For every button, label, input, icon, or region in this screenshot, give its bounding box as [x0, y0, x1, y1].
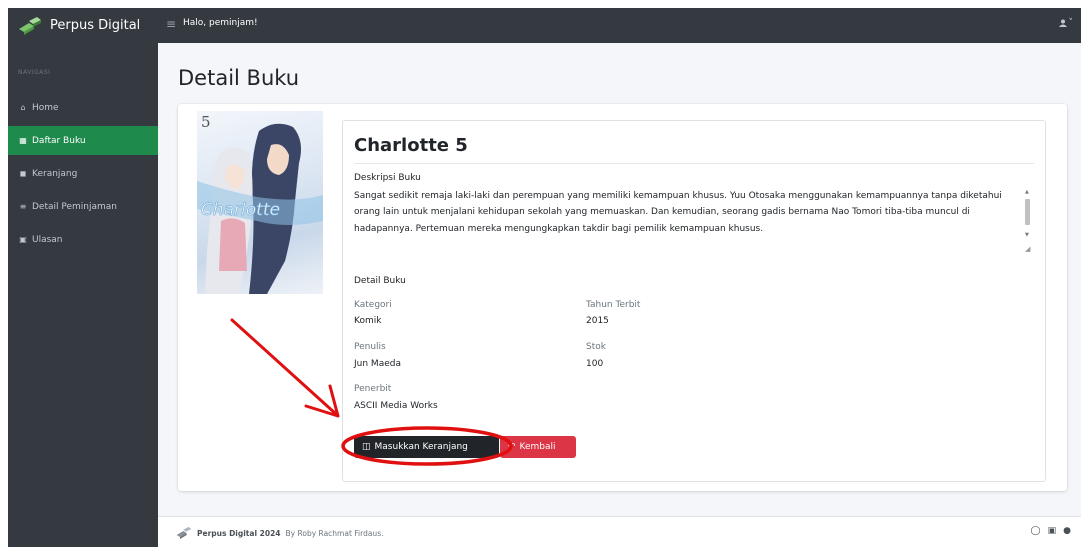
book-cover-image: 5 Charlotte [197, 111, 323, 294]
basket-icon: ◼ [19, 169, 27, 178]
sidebar-item-label: Daftar Buku [32, 135, 86, 146]
footer-author: By Roby Rachmat Firdaus. [285, 528, 384, 538]
app-frame: Perpus Digital ≡ Halo, peminjam! ˅ NAVIG… [8, 8, 1081, 547]
description-scrollbar[interactable]: ▲ ▼ ◢ [1022, 188, 1032, 256]
list-icon: ≡ [19, 202, 27, 211]
book-title: Charlotte 5 [354, 135, 468, 156]
scrollbar-thumb[interactable] [1025, 199, 1030, 225]
greeting-text: Halo, peminjam! [183, 18, 258, 28]
field-value-stok: 100 [586, 359, 604, 369]
sidebar-header: NAVIGASI [18, 69, 51, 76]
scroll-up-icon[interactable]: ▲ [1025, 189, 1029, 195]
sidebar-item-ulasan[interactable]: ▣ Ulasan [8, 225, 158, 254]
sidebar: NAVIGASI ⌂ Home ▦ Daftar Buku ◼ Keranjan… [8, 43, 158, 547]
chevron-down-icon: ˅ [1068, 18, 1074, 28]
menu-toggle-icon[interactable]: ≡ [166, 17, 176, 31]
page-title: Detail Buku [178, 66, 300, 90]
title-divider [354, 163, 1034, 164]
book-icon: ▦ [19, 136, 27, 145]
book-logo-icon [19, 16, 41, 35]
description-textarea[interactable]: Sangat sedikit remaja laki-laki dan pere… [354, 188, 1036, 258]
annotation-circle-icon [341, 426, 513, 466]
footer-brand: Perpus Digital 2024 [197, 528, 281, 538]
home-icon: ⌂ [20, 103, 26, 112]
field-value-tahun: 2015 [586, 316, 609, 326]
sidebar-item-label: Detail Peminjaman [32, 201, 117, 212]
annotation-arrow-icon [230, 318, 338, 416]
instagram-icon[interactable]: ▣ [1048, 526, 1057, 536]
description-heading: Deskripsi Buku [354, 173, 421, 183]
scroll-down-icon[interactable]: ▼ [1025, 232, 1029, 238]
sidebar-item-home[interactable]: ⌂ Home [8, 93, 158, 122]
sidebar-item-detail-peminjaman[interactable]: ≡ Detail Peminjaman [8, 192, 158, 221]
description-text: Sangat sedikit remaja laki-laki dan pere… [354, 191, 1002, 234]
facebook-icon[interactable]: ● [1063, 526, 1071, 536]
resize-grip-icon[interactable]: ◢ [1025, 245, 1030, 253]
footer-credit: Perpus Digital 2024 By Roby Rachmat Fird… [176, 527, 383, 539]
brand-name: Perpus Digital [50, 18, 141, 33]
brand-link[interactable]: Perpus Digital [8, 8, 158, 43]
cover-illustration: 5 Charlotte [197, 113, 323, 294]
sidebar-item-daftar-buku[interactable]: ▦ Daftar Buku [8, 126, 158, 155]
field-label-tahun: Tahun Terbit [586, 300, 641, 310]
cover-logo-text: Charlotte [201, 200, 280, 220]
sidebar-item-keranjang[interactable]: ◼ Keranjang [8, 159, 158, 188]
sidebar-item-label: Home [32, 102, 59, 113]
comment-icon: ▣ [19, 235, 27, 244]
footer-logo-icon [176, 527, 192, 539]
annotation-overlay [230, 318, 513, 466]
field-label-stok: Stok [586, 342, 606, 352]
social-links: ◯ ▣ ● [1031, 526, 1071, 536]
sidebar-item-label: Ulasan [32, 234, 63, 245]
footer: Perpus Digital 2024 By Roby Rachmat Fird… [158, 516, 1081, 547]
user-icon [1058, 19, 1067, 27]
details-heading: Detail Buku [354, 276, 406, 286]
github-icon[interactable]: ◯ [1031, 526, 1041, 536]
cover-volume-number: 5 [201, 113, 211, 131]
sidebar-item-label: Keranjang [32, 168, 78, 179]
user-menu[interactable]: ˅ [1058, 18, 1074, 28]
top-navbar: Perpus Digital ≡ Halo, peminjam! ˅ [8, 8, 1081, 43]
